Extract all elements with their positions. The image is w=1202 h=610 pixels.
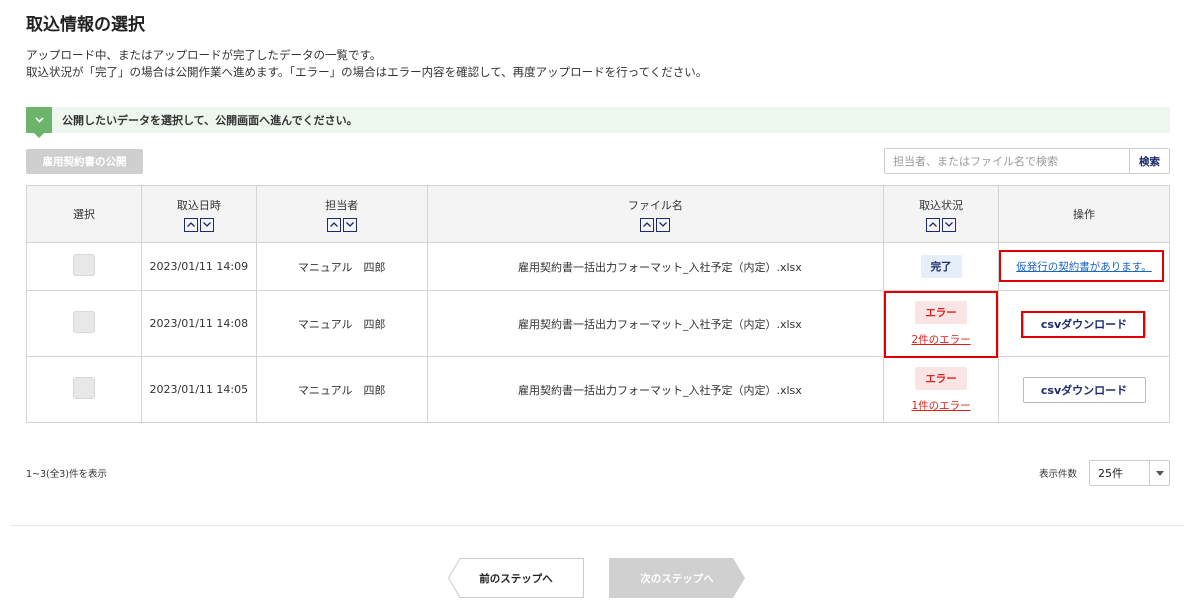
publish-button[interactable]: 雇用契約書の公開 <box>26 149 143 174</box>
divider <box>10 525 1184 526</box>
cell-person: マニュアル 四郎 <box>255 356 428 423</box>
search-input[interactable] <box>885 149 1129 173</box>
column-header-person: 担当者 <box>255 185 428 243</box>
sort-controls-person <box>257 217 427 232</box>
highlight-csv-button <box>1021 311 1145 338</box>
description-line-1: アップロード中、またはアップロードが完了したデータの一覧です。 <box>26 48 382 62</box>
table-row: 2023/01/11 14:05 マニュアル 四郎 雇用契約書一括出力フォーマッ… <box>26 356 1170 423</box>
next-step-label: 次のステップへ <box>640 572 714 585</box>
column-label-status: 取込状況 <box>919 198 964 212</box>
cell-date: 2023/01/11 14:05 <box>140 356 257 423</box>
row-checkbox[interactable] <box>72 311 95 333</box>
notice-banner: 公開したいデータを選択して、公開画面へ進んでください。 <box>26 107 1170 138</box>
column-header-date: 取込日時 <box>140 185 257 243</box>
column-header-file: ファイル名 <box>426 185 885 243</box>
sort-controls-date <box>142 217 256 232</box>
upload-table: 選択 取込日時 担当者 ファイル名 取込状況 操作 2023/01/11 14:… <box>26 185 1170 423</box>
sort-controls-status <box>884 217 998 232</box>
cell-date: 2023/01/11 14:08 <box>140 290 257 357</box>
per-page-label: 表示件数 <box>1039 469 1078 480</box>
result-count: 1~3(全3)件を表示 <box>26 469 108 480</box>
cell-date: 2023/01/11 14:09 <box>140 242 257 291</box>
column-header-action: 操作 <box>998 185 1170 243</box>
sort-desc-icon[interactable] <box>199 217 214 232</box>
row-checkbox[interactable] <box>72 254 95 276</box>
description-line-2: 取込状況が「完了」の場合は公開作業へ進めます。「エラー」の場合はエラー内容を確認… <box>26 65 708 79</box>
column-label-person: 担当者 <box>325 198 359 212</box>
sort-asc-icon[interactable] <box>926 217 941 232</box>
csv-download-button[interactable]: csvダウンロード <box>1022 376 1146 403</box>
status-badge: 完了 <box>920 255 962 278</box>
column-header-select: 選択 <box>26 185 142 243</box>
row-checkbox[interactable] <box>72 377 95 399</box>
cell-file: 雇用契約書一括出力フォーマット_入社予定（内定）.xlsx <box>426 290 885 357</box>
notice-text: 公開したいデータを選択して、公開画面へ進んでください。 <box>62 114 358 127</box>
page-title: 取込情報の選択 <box>26 15 145 35</box>
column-label-select: 選択 <box>72 208 95 221</box>
column-label-date: 取込日時 <box>176 198 221 212</box>
status-badge: エラー <box>915 366 967 390</box>
highlight-error-status <box>884 291 998 358</box>
cell-file: 雇用契約書一括出力フォーマット_入社予定（内定）.xlsx <box>426 356 885 423</box>
per-page-value: 25件 <box>1098 467 1123 480</box>
sort-desc-icon[interactable] <box>342 217 357 232</box>
sort-asc-icon[interactable] <box>326 217 341 232</box>
next-step-button[interactable]: 次のステップへ <box>609 558 745 598</box>
sort-controls-file <box>428 217 884 232</box>
search-box: 検索 <box>884 148 1170 174</box>
column-header-status: 取込状況 <box>883 185 1000 243</box>
chevron-down-icon <box>26 107 52 138</box>
search-button[interactable]: 検索 <box>1129 149 1169 173</box>
sort-desc-icon[interactable] <box>656 217 671 232</box>
sort-desc-icon[interactable] <box>942 217 957 232</box>
prev-step-label: 前のステップへ <box>479 572 553 585</box>
error-detail-link[interactable]: 1件のエラー <box>884 398 998 413</box>
page-description: アップロード中、またはアップロードが完了したデータの一覧です。 取込状況が「完了… <box>26 47 707 81</box>
highlight-draft-link <box>999 250 1164 282</box>
prev-step-button[interactable]: 前のステップへ <box>448 558 584 598</box>
cell-person: マニュアル 四郎 <box>255 290 428 357</box>
caret-down-icon <box>1149 461 1169 485</box>
per-page-select[interactable]: 25件 <box>1089 460 1170 486</box>
sort-asc-icon[interactable] <box>640 217 655 232</box>
table-row: 2023/01/11 14:08 マニュアル 四郎 雇用契約書一括出力フォーマッ… <box>26 290 1170 357</box>
cell-person: マニュアル 四郎 <box>255 242 428 291</box>
cell-file: 雇用契約書一括出力フォーマット_入社予定（内定）.xlsx <box>426 242 885 291</box>
column-label-action: 操作 <box>1073 208 1095 221</box>
column-label-file: ファイル名 <box>627 198 683 212</box>
sort-asc-icon[interactable] <box>183 217 198 232</box>
